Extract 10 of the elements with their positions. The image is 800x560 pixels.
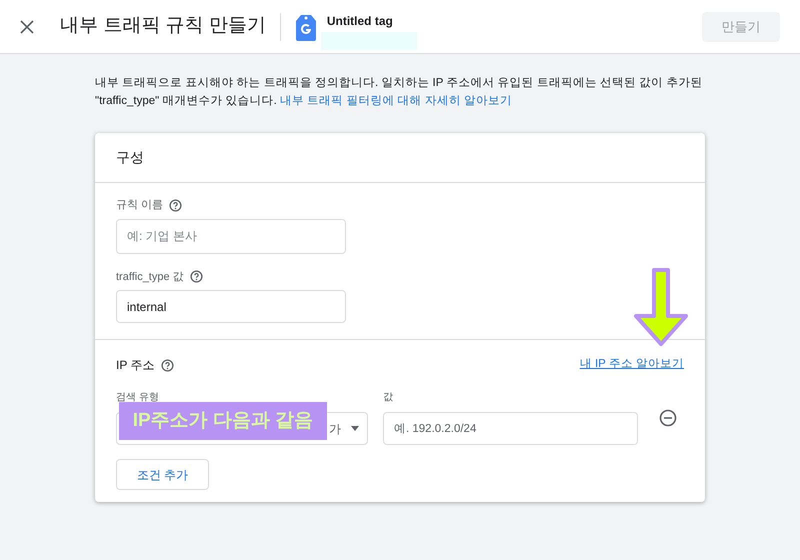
page-title: 내부 트래픽 규칙 만들기	[60, 14, 266, 38]
field-label: 값	[383, 392, 393, 403]
field-label: traffic_type 값	[116, 270, 184, 284]
section-label: IP 주소	[116, 357, 154, 374]
card-title: 구성	[116, 148, 144, 167]
field-label: 검색 유형	[116, 392, 159, 403]
intro-text: 내부 트래픽으로 표시해야 하는 트래픽을 정의합니다. 일치하는 IP 주소에서 유입된 트래픽에는 선택된 값이 추가된 "traffic_type" 매개변수가 있습니다. 내부 트래픽 필터링에 대해 자세히 알아보기	[95, 76, 704, 109]
field-label: 규칙 이름	[116, 198, 164, 213]
tag-name: Untitled tag	[326, 13, 394, 30]
annotation-tooltip: IP주소가 다음과 같음	[119, 402, 327, 440]
